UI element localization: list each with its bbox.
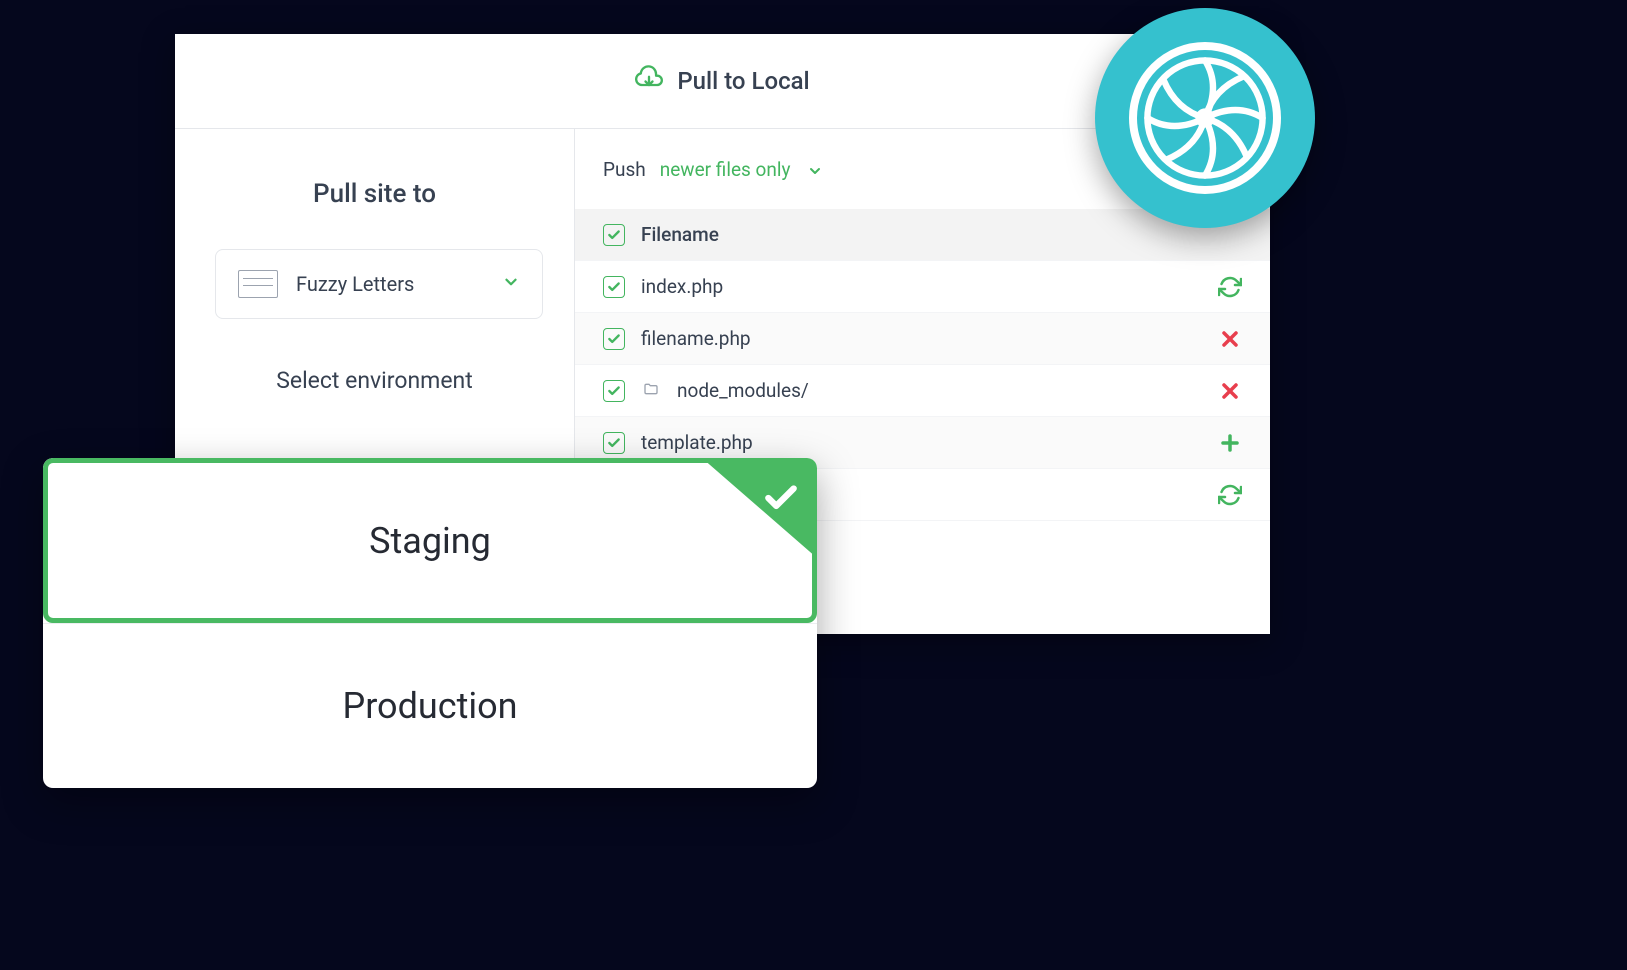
status-add-icon	[1218, 431, 1242, 455]
file-name: filename.php	[641, 327, 1202, 350]
dialog-title: Pull to Local	[677, 67, 809, 95]
folder-icon	[641, 379, 661, 402]
status-sync-icon	[1218, 275, 1242, 299]
file-name: node_modules/	[677, 379, 1202, 402]
environment-option-staging[interactable]: Staging	[43, 458, 817, 623]
selected-badge	[702, 463, 812, 559]
check-icon	[762, 479, 800, 517]
environment-option-production[interactable]: Production	[43, 623, 817, 788]
file-checkbox[interactable]	[603, 328, 625, 350]
file-row[interactable]: node_modules/	[575, 365, 1270, 417]
site-wireframe-icon	[238, 270, 278, 298]
flywheel-badge	[1095, 8, 1315, 228]
environment-label: Production	[342, 685, 517, 727]
push-filter-label: Push	[603, 158, 646, 181]
chevron-down-icon	[502, 273, 520, 295]
status-remove-icon	[1218, 379, 1242, 403]
file-name: index.php	[641, 275, 1202, 298]
status-remove-icon	[1218, 327, 1242, 351]
cloud-pull-icon	[635, 64, 663, 98]
file-row[interactable]: index.php	[575, 261, 1270, 313]
file-checkbox[interactable]	[603, 380, 625, 402]
select-all-checkbox[interactable]	[603, 224, 625, 246]
file-checkbox[interactable]	[603, 432, 625, 454]
chevron-down-icon[interactable]	[807, 161, 823, 177]
status-sync-icon	[1218, 483, 1242, 507]
site-select-label: Fuzzy Letters	[296, 272, 484, 296]
file-name: template.php	[641, 431, 1202, 454]
column-filename: Filename	[641, 223, 1242, 246]
file-row[interactable]: filename.php	[575, 313, 1270, 365]
environment-picker: Staging Production	[43, 458, 817, 788]
pull-site-to-label: Pull site to	[215, 179, 534, 209]
push-filter-value[interactable]: newer files only	[660, 158, 791, 181]
environment-label: Staging	[369, 520, 491, 562]
site-select[interactable]: Fuzzy Letters	[215, 249, 543, 319]
flywheel-logo-icon	[1125, 38, 1285, 198]
file-checkbox[interactable]	[603, 276, 625, 298]
select-environment-label: Select environment	[215, 367, 534, 394]
